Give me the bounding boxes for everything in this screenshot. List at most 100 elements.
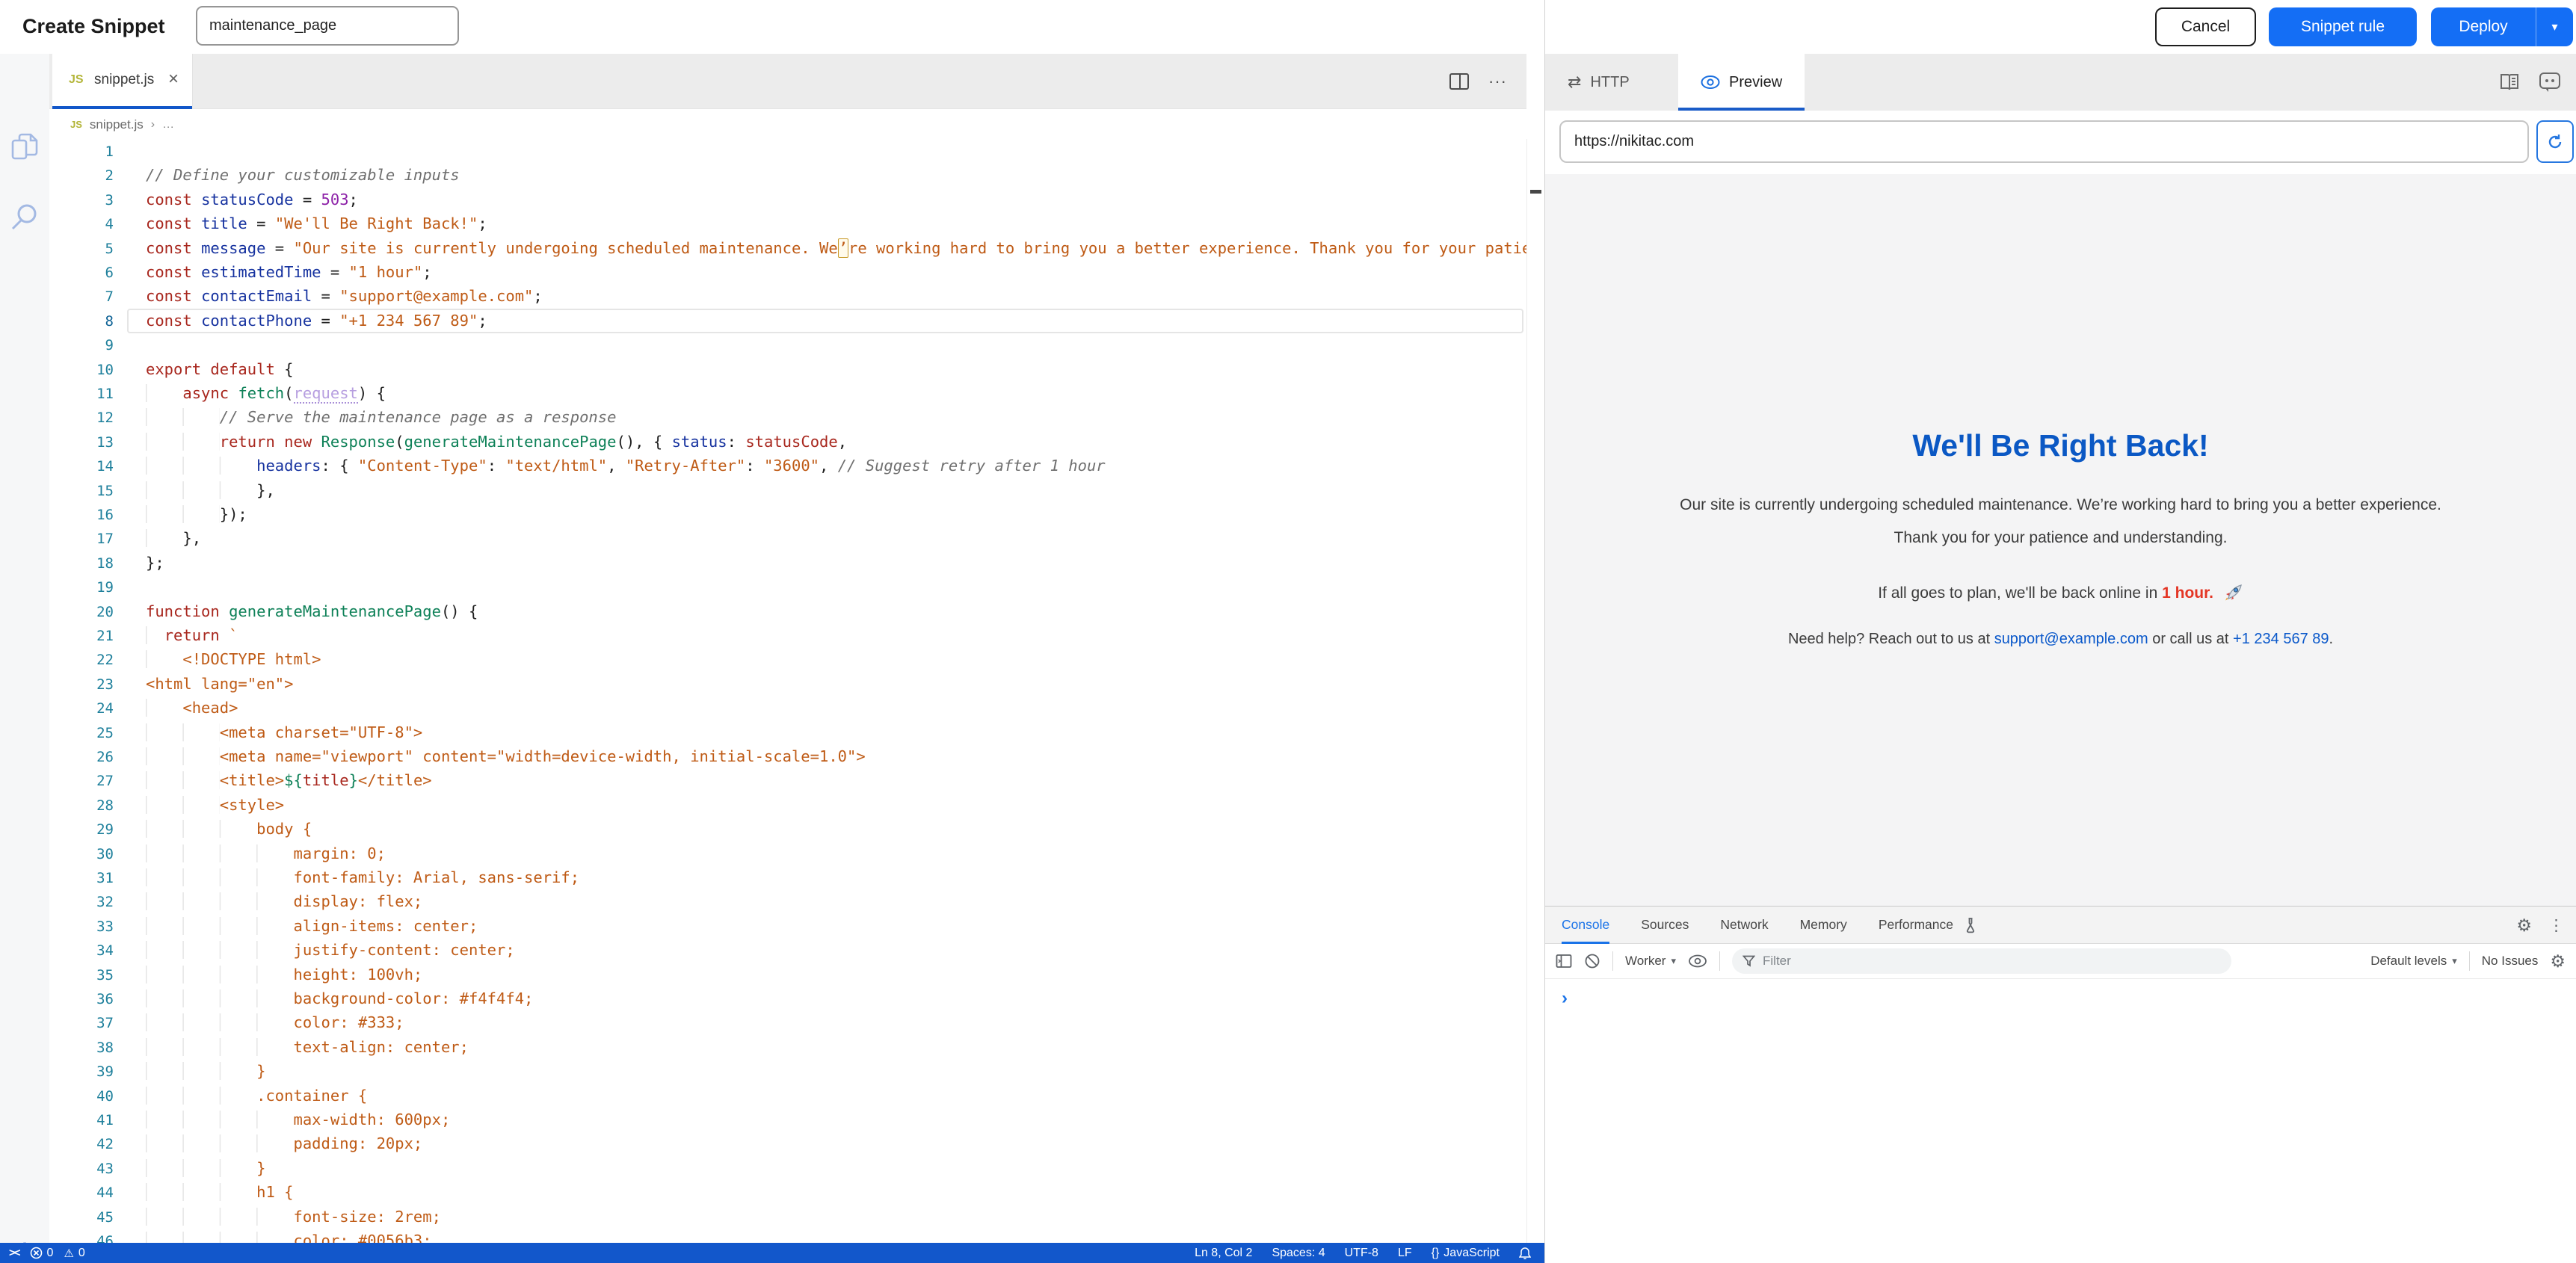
code-line[interactable]: 45 font-size: 2rem;	[49, 1205, 1526, 1229]
code-line[interactable]: 18};	[49, 551, 1526, 575]
issues-counter[interactable]: No Issues	[2482, 954, 2539, 969]
notifications-bell-icon[interactable]	[1519, 1247, 1531, 1260]
deploy-dropdown-button[interactable]: ▾	[2536, 7, 2573, 46]
code-line[interactable]: 28 <style>	[49, 793, 1526, 818]
console-output[interactable]: ›	[1545, 979, 2576, 1009]
js-file-icon: JS	[70, 119, 82, 130]
code-line[interactable]: 31 font-family: Arial, sans-serif;	[49, 865, 1526, 890]
code-line[interactable]: 22 <!DOCTYPE html>	[49, 647, 1526, 672]
breadcrumb-more[interactable]: …	[162, 118, 174, 132]
search-icon[interactable]	[0, 202, 49, 232]
code-line[interactable]: 41 max-width: 600px;	[49, 1108, 1526, 1132]
code-line[interactable]: 7const contactEmail = "support@example.c…	[49, 284, 1526, 309]
code-line[interactable]: 3const statusCode = 503;	[49, 188, 1526, 212]
cursor-position[interactable]: Ln 8, Col 2	[1195, 1247, 1252, 1260]
code-line[interactable]: 25 <meta charset="UTF-8">	[49, 720, 1526, 745]
clear-console-icon[interactable]	[1584, 953, 1600, 969]
remote-indicator-icon[interactable]: ><	[9, 1247, 19, 1259]
code-line[interactable]: 16 });	[49, 502, 1526, 527]
code-line[interactable]: 30 margin: 0;	[49, 842, 1526, 866]
code-editor[interactable]: 12// Define your customizable inputs3con…	[49, 139, 1526, 1243]
code-line[interactable]: 8const contactPhone = "+1 234 567 89";	[49, 309, 1526, 333]
code-line[interactable]: 14 headers: { "Content-Type": "text/html…	[49, 454, 1526, 478]
code-line[interactable]: 27 <title>${title}</title>	[49, 768, 1526, 793]
code-line[interactable]: 13 return new Response(generateMaintenan…	[49, 430, 1526, 454]
code-line[interactable]: 19	[49, 575, 1526, 599]
files-icon[interactable]	[0, 132, 49, 163]
code-line[interactable]: 34 justify-content: center;	[49, 938, 1526, 963]
tab-console[interactable]: Console	[1562, 907, 1609, 944]
code-line[interactable]: 10export default {	[49, 357, 1526, 382]
indentation[interactable]: Spaces: 4	[1272, 1247, 1325, 1260]
code-line[interactable]: 37 color: #333;	[49, 1010, 1526, 1035]
code-text: // Serve the maintenance page as a respo…	[114, 408, 616, 426]
warnings-indicator[interactable]: ⚠ 0	[64, 1247, 84, 1260]
status-bar: >< 0 ⚠ 0 Ln 8, Col 2 Spaces: 4 UTF-8 LF …	[0, 1243, 1544, 1263]
console-prompt[interactable]: ›	[1562, 988, 1568, 1008]
snippet-rule-button[interactable]: Snippet rule	[2269, 7, 2417, 46]
code-line[interactable]: 32 display: flex;	[49, 889, 1526, 914]
devtools-menu-icon[interactable]: ⋮	[2548, 916, 2564, 935]
code-line[interactable]: 1	[49, 139, 1526, 164]
tab-network[interactable]: Network	[1720, 907, 1768, 944]
code-line[interactable]: 15 },	[49, 478, 1526, 503]
phone-link[interactable]: +1 234 567 89	[2233, 631, 2329, 647]
snippet-name-input[interactable]	[196, 6, 459, 46]
support-email-link[interactable]: support@example.com	[1994, 631, 2148, 647]
editor-more-actions-icon[interactable]: ···	[1488, 72, 1507, 91]
code-line[interactable]: 11 async fetch(request) {	[49, 381, 1526, 406]
deploy-button[interactable]: Deploy ▾	[2431, 7, 2573, 46]
console-settings-icon[interactable]: ⚙	[2550, 951, 2566, 972]
tab-preview[interactable]: Preview	[1678, 54, 1805, 111]
encoding[interactable]: UTF-8	[1345, 1247, 1378, 1260]
context-selector[interactable]: Worker ▾	[1625, 954, 1676, 969]
code-line[interactable]: 6const estimatedTime = "1 hour";	[49, 260, 1526, 285]
code-line[interactable]: 9	[49, 333, 1526, 357]
code-line[interactable]: 43 }	[49, 1156, 1526, 1181]
tab-snippet-js[interactable]: JS snippet.js ×	[52, 54, 193, 109]
code-line[interactable]: 26 <meta name="viewport" content="width=…	[49, 744, 1526, 769]
code-line[interactable]: 4const title = "We'll Be Right Back!";	[49, 211, 1526, 236]
devtools-settings-icon[interactable]: ⚙	[2516, 915, 2532, 936]
code-line[interactable]: 40 .container {	[49, 1084, 1526, 1108]
url-input[interactable]	[1559, 120, 2529, 163]
language-mode[interactable]: {} JavaScript	[1432, 1247, 1500, 1260]
editor-scrollbar[interactable]	[1526, 139, 1544, 1243]
code-line[interactable]: 23<html lang="en">	[49, 672, 1526, 697]
code-line[interactable]: 29 body {	[49, 817, 1526, 842]
code-line[interactable]: 12 // Serve the maintenance page as a re…	[49, 405, 1526, 430]
tab-performance[interactable]: Performance	[1879, 907, 1953, 944]
split-editor-icon[interactable]	[1449, 73, 1469, 90]
code-line[interactable]: 24 <head>	[49, 696, 1526, 720]
code-line[interactable]: 36 background-color: #f4f4f4;	[49, 986, 1526, 1011]
console-sidebar-toggle-icon[interactable]	[1556, 954, 1572, 969]
close-tab-icon[interactable]: ×	[168, 69, 179, 90]
breadcrumb-file[interactable]: snippet.js	[90, 117, 144, 132]
code-line[interactable]: 38 text-align: center;	[49, 1035, 1526, 1060]
code-line[interactable]: 5const message = "Our site is currently …	[49, 236, 1526, 261]
docs-book-icon[interactable]	[2498, 72, 2521, 92]
refresh-button[interactable]	[2536, 120, 2574, 163]
line-number: 18	[49, 552, 114, 576]
tab-http[interactable]: ⇄ HTTP	[1545, 54, 1652, 111]
code-line[interactable]: 44 h1 {	[49, 1180, 1526, 1205]
code-line[interactable]: 33 align-items: center;	[49, 914, 1526, 939]
code-line[interactable]: 17 },	[49, 526, 1526, 551]
code-line[interactable]: 46 color: #0056b3;	[49, 1229, 1526, 1243]
live-expression-eye-icon[interactable]	[1688, 954, 1707, 968]
code-line[interactable]: 39 }	[49, 1059, 1526, 1084]
cancel-button[interactable]: Cancel	[2155, 7, 2256, 46]
console-filter-input[interactable]: Filter	[1732, 948, 2231, 974]
log-levels-selector[interactable]: Default levels ▾	[2370, 954, 2457, 969]
js-file-icon: JS	[69, 73, 84, 87]
code-line[interactable]: 35 height: 100vh;	[49, 963, 1526, 987]
code-line[interactable]: 42 padding: 20px;	[49, 1131, 1526, 1156]
code-line[interactable]: 20function generateMaintenancePage() {	[49, 599, 1526, 624]
tab-memory[interactable]: Memory	[1800, 907, 1847, 944]
tab-sources[interactable]: Sources	[1641, 907, 1689, 944]
discord-chat-icon[interactable]	[2539, 72, 2561, 93]
code-line[interactable]: 21 return `	[49, 623, 1526, 648]
errors-indicator[interactable]: 0	[30, 1247, 54, 1260]
eol-type[interactable]: LF	[1398, 1247, 1412, 1260]
code-line[interactable]: 2// Define your customizable inputs	[49, 163, 1526, 188]
